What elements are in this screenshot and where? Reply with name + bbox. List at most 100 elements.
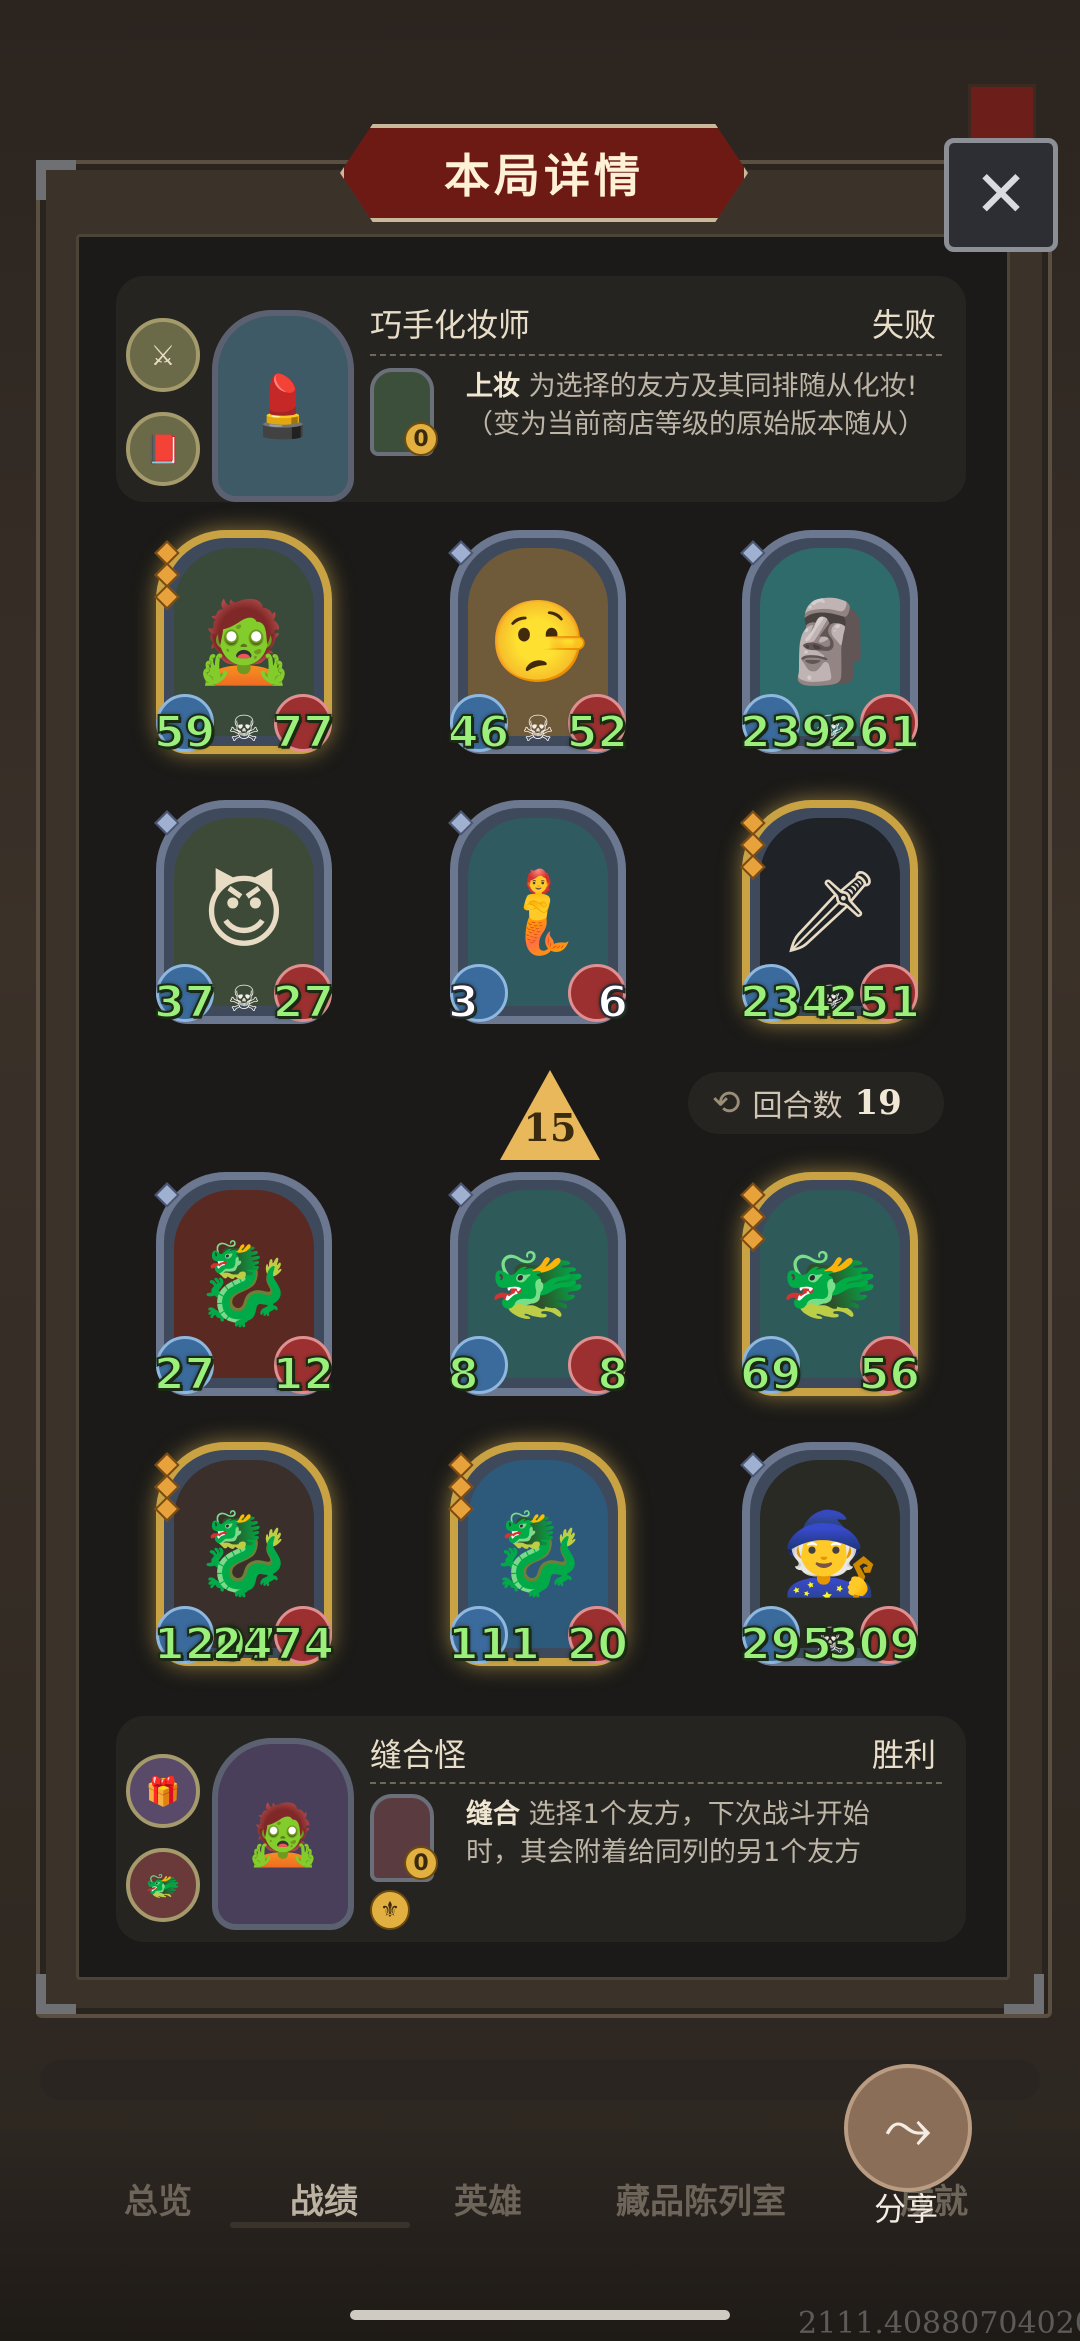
hero-power-cost: 0	[404, 1846, 438, 1880]
minion-card[interactable]: 🐉 27 12	[153, 1172, 335, 1401]
hero-name: 缝合怪	[370, 1736, 467, 1774]
hero-power-text: 上妆 为选择的友方及其同排随从化妆! （变为当前商店等级的原始版本随从）	[466, 368, 925, 444]
hero-name: 巧手化妆师	[370, 306, 531, 344]
tier-pips	[154, 1182, 180, 1208]
minion-card[interactable]: 🐲 69 56	[739, 1172, 921, 1401]
tavern-tier-value: 15	[523, 1105, 577, 1150]
deathrattle-icon: ☠	[521, 709, 555, 750]
tier-pip	[740, 540, 766, 566]
minion-attack: 3	[447, 976, 480, 1029]
tier-pip	[154, 1496, 180, 1522]
tier-pip	[448, 810, 474, 836]
tier-pip	[448, 1182, 474, 1208]
tier-pip	[448, 540, 474, 566]
share-icon: ⤳	[884, 2093, 932, 2163]
round-label: 回合数	[752, 1089, 843, 1124]
nav-collection[interactable]: 藏品陈列室	[616, 2174, 786, 2223]
golden-token-icon: ⚜	[370, 1890, 410, 1930]
refresh-icon: ⟲	[712, 1083, 741, 1123]
minion-health: 52	[566, 706, 629, 759]
tier-pips	[154, 540, 180, 610]
minion-health: 251	[827, 976, 921, 1029]
tier-pip	[154, 810, 180, 836]
minion-health: 20	[566, 1618, 629, 1671]
minion-card[interactable]: 🗡 ☠ 234 251	[739, 800, 921, 1029]
tier-pip	[740, 854, 766, 880]
minion-attack: 234	[739, 976, 833, 1029]
tier-pips	[448, 1182, 474, 1208]
deathrattle-icon: ☠	[227, 709, 261, 750]
hero-power-text: 缝合 选择1个友方，下次战斗开始 时，其会附着给同列的另1个友方	[466, 1796, 870, 1872]
tier-pips	[448, 540, 474, 566]
home-indicator[interactable]	[350, 2310, 730, 2320]
minion-health: 261	[827, 706, 921, 759]
minion-card[interactable]: 🐉 111 20	[447, 1442, 629, 1671]
trinket-icon[interactable]: ⚔	[126, 318, 200, 392]
trinket-icon[interactable]: 🎁	[126, 1754, 200, 1828]
deathrattle-icon: ☠	[227, 979, 261, 1020]
nav-overview[interactable]: 总览	[124, 2174, 192, 2223]
minion-health: 77	[272, 706, 335, 759]
minion-attack: 46	[447, 706, 510, 759]
tier-pip	[448, 1496, 474, 1522]
minion-attack: 239	[739, 706, 833, 759]
hero-power-name: 上妆	[466, 371, 520, 402]
share-label[interactable]: 分享	[874, 2184, 938, 2230]
minion-health: 27	[272, 976, 335, 1029]
minion-health: 6	[596, 976, 629, 1029]
tier-pips	[740, 1452, 766, 1478]
match-result: 失败	[872, 306, 937, 344]
tier-pip	[740, 1226, 766, 1252]
hero-power-desc-2: （变为当前商店等级的原始版本随从）	[466, 409, 925, 440]
minion-attack: 37	[153, 976, 216, 1029]
minion-attack: 295	[739, 1618, 833, 1671]
tier-pips	[740, 540, 766, 566]
minion-attack: 69	[739, 1348, 802, 1401]
minion-health: 2474	[211, 1618, 335, 1671]
tier-pips	[154, 810, 180, 836]
hero-power-name: 缝合	[466, 1799, 520, 1830]
match-result: 胜利	[872, 1736, 937, 1774]
hero-power-desc-1: 选择1个友方，下次战斗开始	[528, 1799, 870, 1830]
tier-pip	[154, 584, 180, 610]
minion-health: 56	[858, 1348, 921, 1401]
nav-records[interactable]: 战绩	[290, 2174, 358, 2223]
page-title: 本局详情	[444, 149, 644, 203]
minion-card[interactable]: 🧙 ☠ 295 309	[739, 1442, 921, 1671]
minion-card[interactable]: 🧜 3 6	[447, 800, 629, 1029]
watermark-id: 2111.40880704020	[798, 2306, 1080, 2341]
tier-pips	[154, 1452, 180, 1522]
close-button[interactable]: ✕	[944, 138, 1058, 252]
nav-heroes[interactable]: 英雄	[454, 2174, 522, 2223]
hero-portrait[interactable]: 💄	[212, 310, 354, 502]
minion-card[interactable]: 😈 ☠ 37 27	[153, 800, 335, 1029]
tier-pips	[448, 1452, 474, 1522]
tier-pip	[154, 1182, 180, 1208]
minion-card[interactable]: 🐉 1207 2474	[153, 1442, 335, 1671]
minion-attack: 8	[447, 1348, 480, 1401]
minion-attack: 27	[153, 1348, 216, 1401]
minion-card[interactable]: 🤥 ☠ 46 52	[447, 530, 629, 759]
trinket-icon[interactable]: 🐲	[126, 1848, 200, 1922]
minion-card[interactable]: 🗿 ☠ 239 261	[739, 530, 921, 759]
title-banner: 本局详情	[340, 124, 748, 222]
minion-attack: 59	[153, 706, 216, 759]
tier-pips	[740, 810, 766, 880]
tier-pips	[740, 1182, 766, 1252]
divider	[370, 354, 942, 356]
trinket-icon[interactable]: 📕	[126, 412, 200, 486]
hero-portrait[interactable]: 🧟	[212, 1738, 354, 1930]
minion-health: 12	[272, 1348, 335, 1401]
share-button[interactable]: ⤳	[844, 2064, 972, 2192]
minion-attack: 111	[447, 1618, 541, 1671]
round-value: 19	[854, 1083, 902, 1123]
minion-health: 309	[827, 1618, 921, 1671]
close-icon: ✕	[974, 158, 1028, 232]
nav-active-indicator	[230, 2222, 410, 2228]
divider	[370, 1782, 942, 1784]
minion-card[interactable]: 🐲 8 8	[447, 1172, 629, 1401]
minion-card[interactable]: 🧟 ☠ 59 77	[153, 530, 335, 759]
hero-power-cost: 0	[404, 422, 438, 456]
hero-power-desc-2: 时，其会附着给同列的另1个友方	[466, 1837, 862, 1868]
tier-pip	[740, 1452, 766, 1478]
